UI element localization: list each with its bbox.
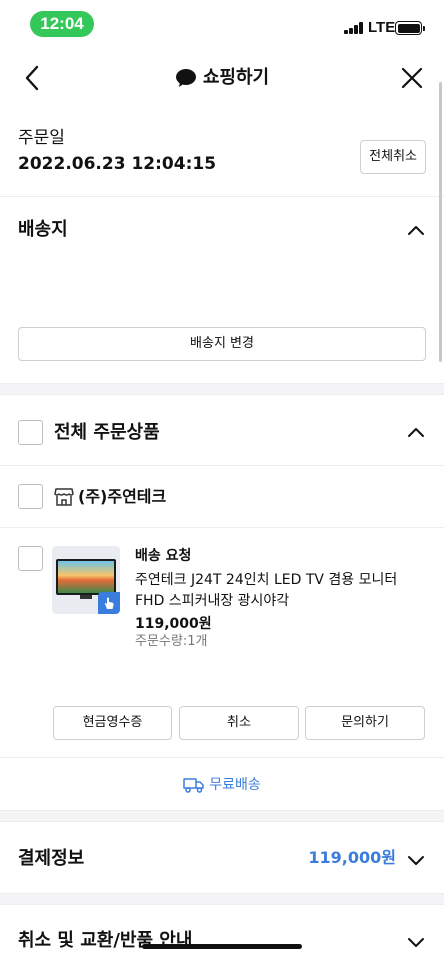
product-name[interactable]: 주연테크 J24T 24인치 LED TV 겸용 모니터 FHD 스피커내장 광… [135,570,425,612]
page-title-text: 쇼핑하기 [202,67,270,88]
order-date-label: 주문일 [18,128,65,148]
order-date-value: 2022.06.23 12:04:15 [18,154,217,174]
section-separator [0,893,444,905]
section-separator [0,383,444,395]
close-button[interactable] [396,62,428,94]
store-icon [54,488,74,506]
seller-checkbox[interactable] [18,484,43,509]
status-bar: 12:04 LTE [0,0,444,48]
divider [0,527,444,528]
product-price: 119,000원 [135,616,212,632]
talk-bubble-icon [175,69,196,87]
status-time: 12:04 [30,11,94,37]
shipping-title: 배송지 [18,219,68,240]
scrollbar[interactable] [439,82,442,362]
all-items-title: 전체 주문상품 [54,422,160,443]
seller-name[interactable]: (주)주연테크 [78,486,166,508]
change-address-button[interactable]: 배송지 변경 [18,327,426,361]
inquiry-button[interactable]: 문의하기 [305,706,425,740]
product-checkbox[interactable] [18,546,43,571]
select-all-checkbox[interactable] [18,420,43,445]
free-shipping-label: 무료배송 [0,774,444,796]
product-quantity: 주문수량:1개 [135,634,208,649]
cancel-all-button[interactable]: 전체취소 [360,140,426,174]
payment-title: 결제정보 [18,848,85,869]
cancel-button[interactable]: 취소 [179,706,299,740]
divider [0,465,444,466]
truck-icon [183,778,204,793]
divider [0,196,444,197]
home-indicator[interactable] [142,944,302,949]
cancel-return-info-title[interactable]: 취소 및 교환/반품 안내 [18,928,192,954]
page-title: 쇼핑하기 [0,64,444,92]
chevron-up-icon[interactable] [406,220,426,240]
network-label: LTE [368,19,396,36]
signal-icon [344,22,364,34]
order-date-block: 주문일 2022.06.23 12:04:15 [18,126,216,176]
delivery-status: 배송 요청 [135,548,192,564]
cash-receipt-button[interactable]: 현금영수증 [53,706,172,740]
chevron-up-icon[interactable] [406,422,426,442]
chevron-down-icon[interactable] [406,932,426,952]
close-icon [401,67,423,89]
chevron-down-icon[interactable] [406,850,426,870]
top-nav: 쇼핑하기 [0,52,444,104]
product-thumbnail[interactable] [52,546,120,614]
payment-amount: 119,000원 [308,848,396,867]
divider [0,757,444,758]
free-shipping-text: 무료배송 [209,777,261,793]
tv-image [56,559,116,595]
hand-touch-icon [98,592,120,614]
section-separator [0,810,444,822]
battery-icon [395,21,425,35]
